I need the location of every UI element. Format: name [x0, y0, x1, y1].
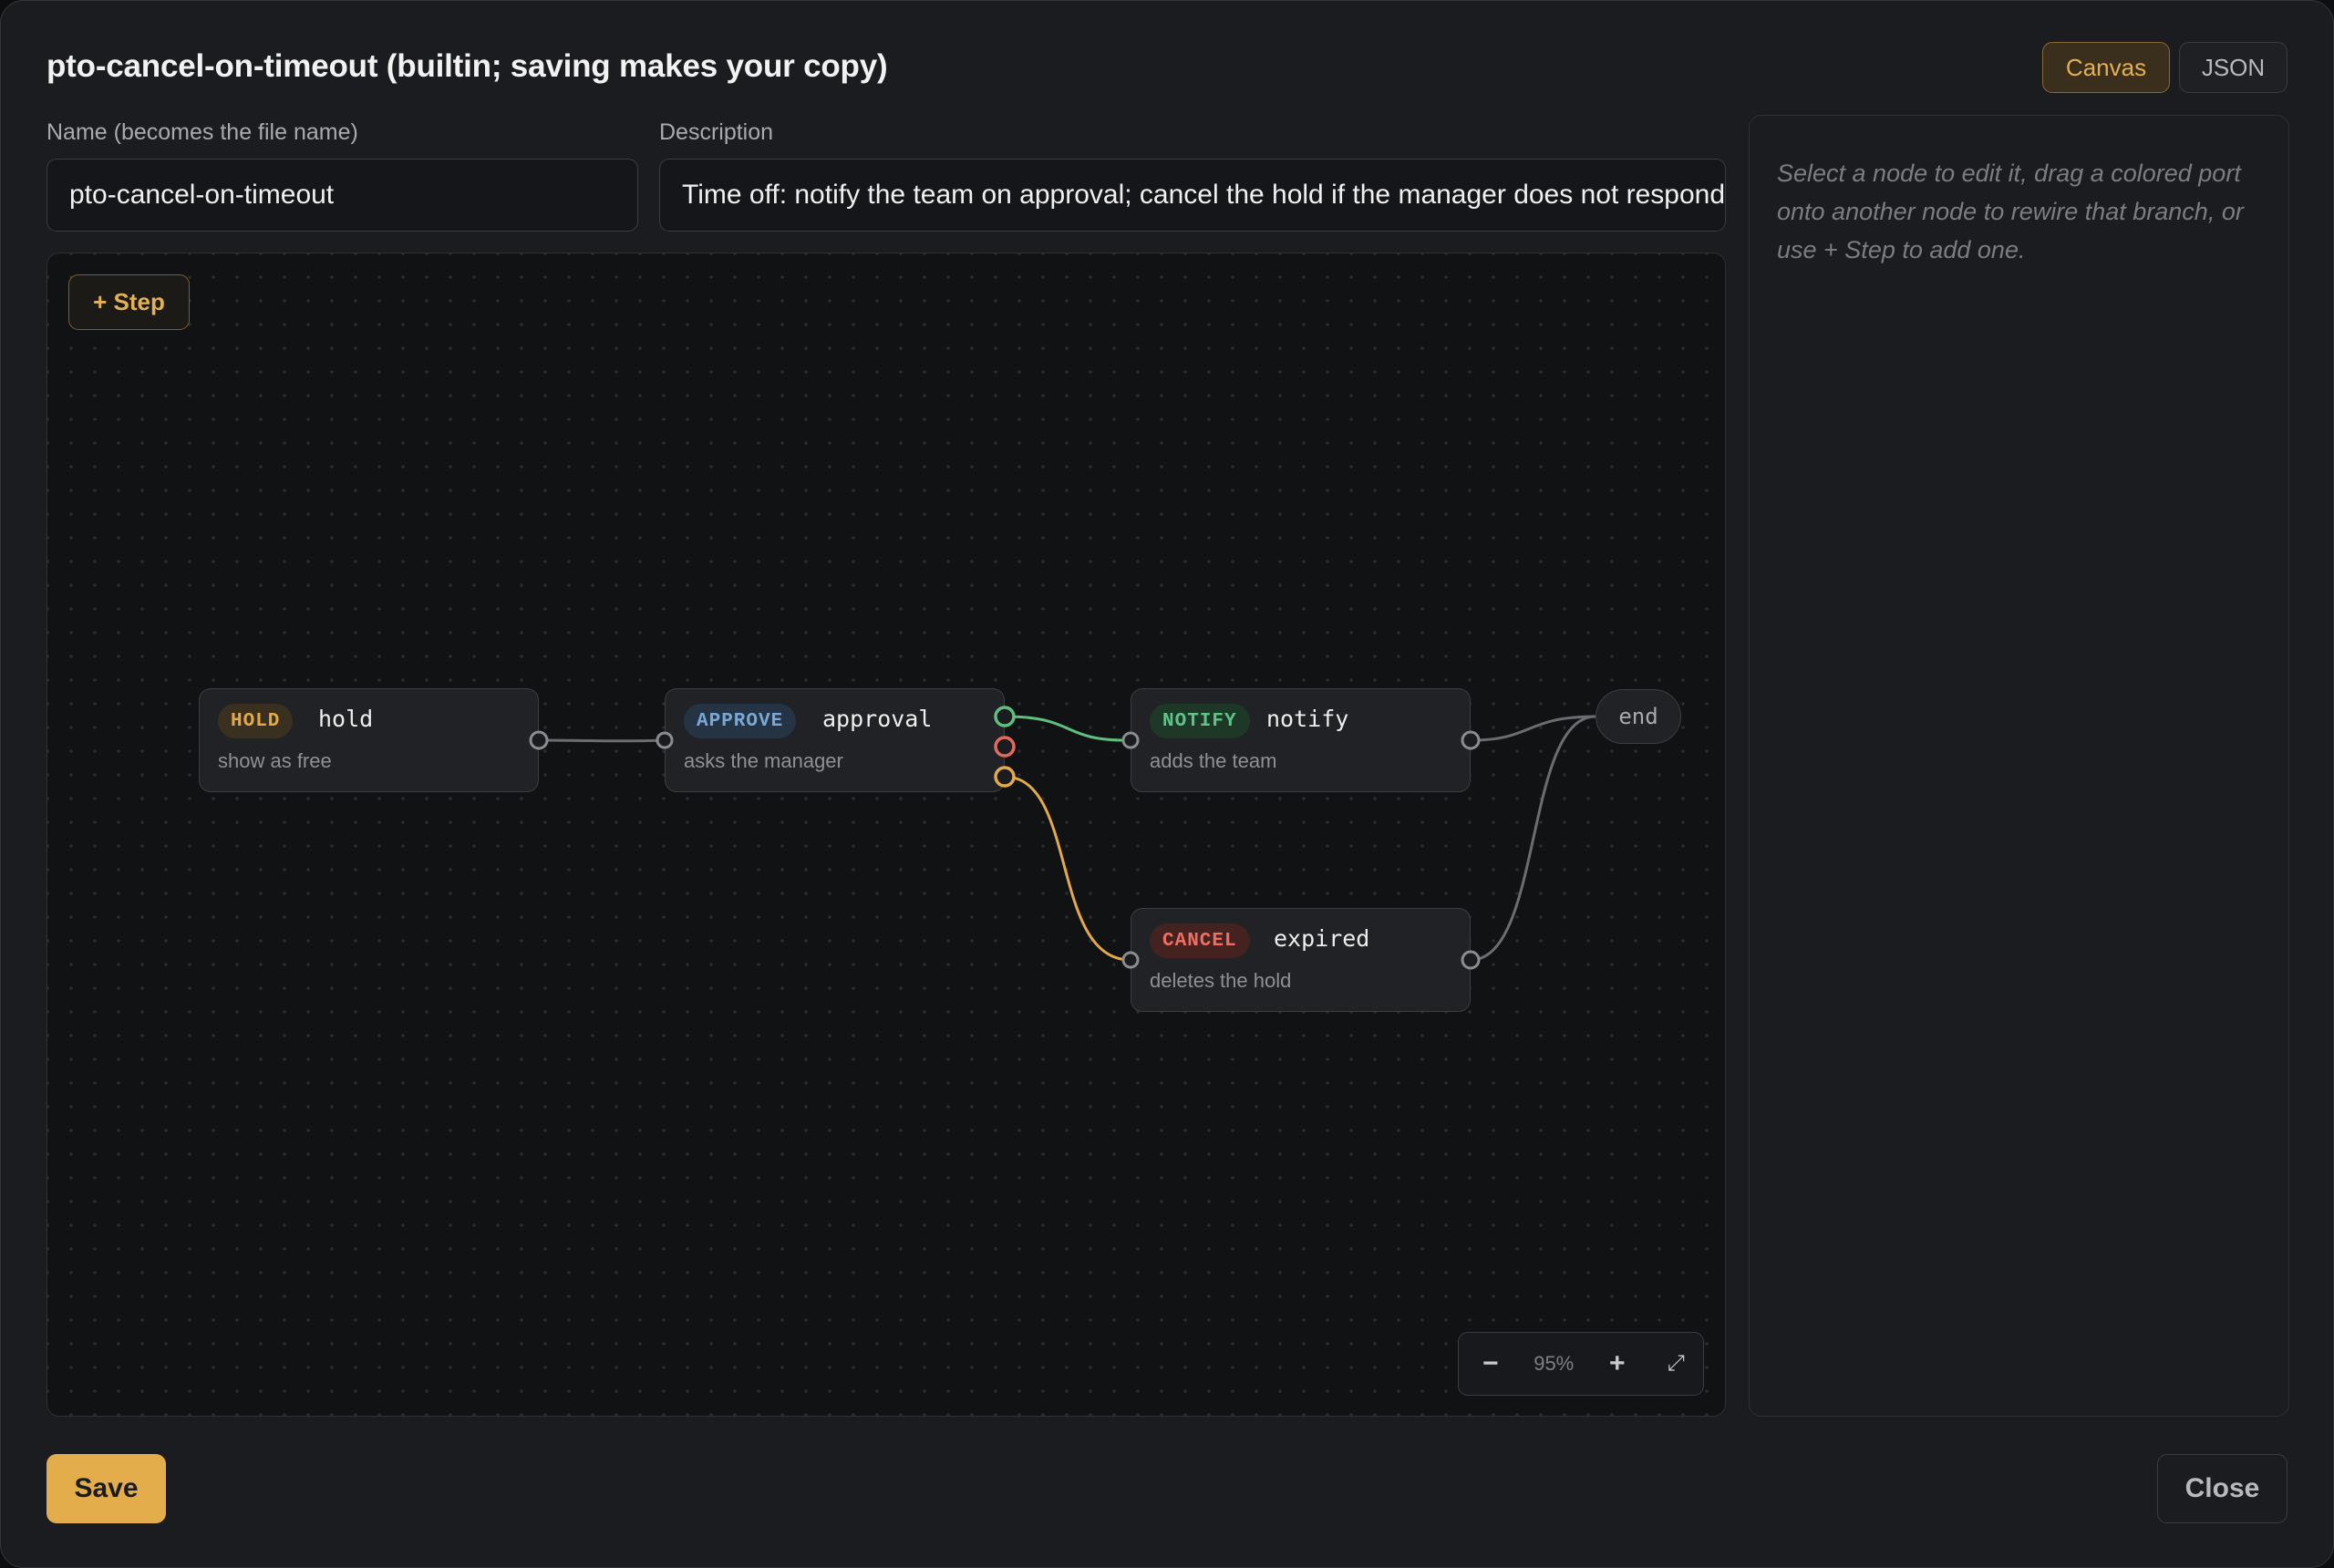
inspector-hint: Select a node to edit it, drag a colored…	[1777, 160, 2244, 263]
node-hold[interactable]: HOLD hold show as free	[199, 688, 539, 792]
node-description: deletes the hold	[1150, 969, 1292, 992]
node-name: notify	[1266, 706, 1349, 732]
node-end[interactable]: end	[1596, 689, 1681, 744]
node-type-badge: HOLD	[218, 704, 294, 738]
description-input[interactable]: Time off: notify the team on approval; c…	[659, 159, 1726, 232]
node-expired[interactable]: CANCEL expired deletes the hold	[1131, 908, 1471, 1012]
save-button[interactable]: Save	[46, 1454, 166, 1523]
wire-timeout-expired	[1004, 775, 1131, 962]
wire-hold-approval	[538, 738, 666, 743]
node-name: approval	[822, 706, 933, 732]
canvas-view-button[interactable]: Canvas	[2042, 42, 2170, 93]
wire-expired-end	[1470, 715, 1596, 962]
dialog-title: pto-cancel-on-timeout (builtin; saving m…	[46, 48, 888, 84]
node-name: hold	[318, 706, 374, 732]
json-view-button[interactable]: JSON	[2179, 42, 2288, 93]
zoom-controls: − 95% + ⤢	[1458, 1332, 1704, 1396]
fit-view-icon[interactable]: ⤢	[1648, 1333, 1703, 1395]
workflow-canvas[interactable]: + Step HOLD hold show as free APPROVE ap…	[46, 253, 1726, 1417]
node-notify[interactable]: NOTIFY notify adds the team	[1131, 688, 1471, 792]
wire-approved-notify	[1004, 715, 1131, 742]
node-approval[interactable]: APPROVE approval asks the manager	[665, 688, 1005, 792]
node-description: show as free	[218, 749, 332, 772]
zoom-in-button[interactable]: +	[1585, 1333, 1648, 1395]
wires-layer	[538, 715, 1596, 962]
node-type-badge: CANCEL	[1150, 923, 1250, 958]
node-description: adds the team	[1150, 749, 1277, 772]
name-input[interactable]: pto-cancel-on-timeout	[46, 159, 638, 232]
node-type-badge: NOTIFY	[1150, 704, 1250, 738]
description-label: Description	[659, 119, 774, 145]
node-name: expired	[1274, 925, 1370, 952]
add-step-button[interactable]: + Step	[68, 274, 190, 330]
node-description: asks the manager	[684, 749, 843, 772]
node-type-badge: APPROVE	[684, 704, 797, 738]
view-toggle: Canvas JSON	[2042, 42, 2288, 93]
inspector-panel: Select a node to edit it, drag a colored…	[1749, 115, 2289, 1417]
wire-notify-end	[1470, 715, 1596, 742]
zoom-out-button[interactable]: −	[1459, 1333, 1522, 1395]
zoom-level: 95%	[1534, 1352, 1575, 1375]
name-label: Name (becomes the file name)	[46, 119, 358, 145]
close-button[interactable]: Close	[2157, 1454, 2288, 1523]
workflow-editor-dialog: pto-cancel-on-timeout (builtin; saving m…	[0, 0, 2334, 1568]
